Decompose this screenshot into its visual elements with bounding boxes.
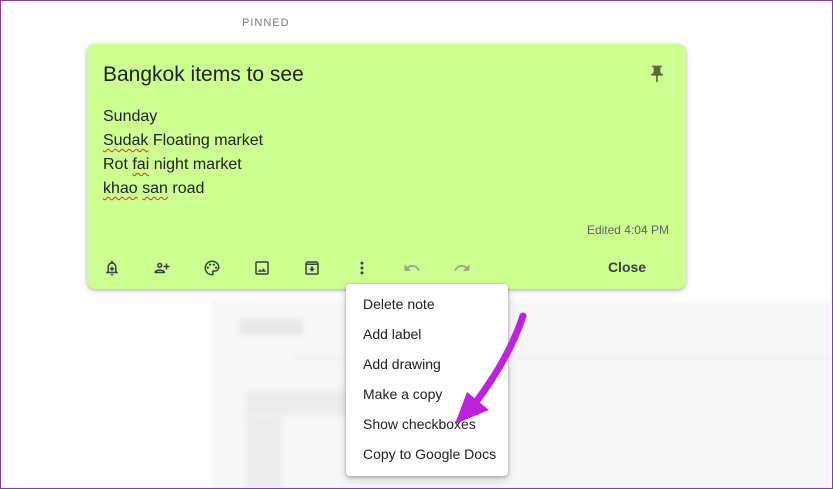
misspelled-word: khao — [103, 180, 138, 197]
menu-item-show-checkboxes[interactable]: Show checkboxes — [346, 409, 508, 439]
background-note-blurred — [246, 415, 282, 488]
misspelled-word: fai — [132, 156, 150, 173]
more-vert-icon[interactable] — [350, 256, 374, 280]
menu-item-make-a-copy[interactable]: Make a copy — [346, 379, 508, 409]
note-text: Sunday — [103, 108, 158, 125]
collaborator-icon[interactable] — [150, 256, 174, 280]
note-text: Floating market — [148, 132, 264, 149]
note-title[interactable]: Bangkok items to see — [103, 63, 304, 87]
archive-icon[interactable] — [300, 256, 324, 280]
pinned-section-label: PINNED — [242, 17, 290, 29]
note-line: Sunday — [103, 105, 263, 129]
menu-item-delete-note[interactable]: Delete note — [346, 289, 508, 319]
note-text: Rot — [103, 156, 133, 173]
edited-timestamp: Edited 4:04 PM — [586, 223, 669, 237]
menu-item-copy-to-google-docs[interactable]: Copy to Google Docs — [346, 439, 508, 469]
menu-item-add-drawing[interactable]: Add drawing — [346, 349, 508, 379]
misspelled-word: Sudak — [103, 132, 149, 149]
close-button[interactable]: Close — [597, 255, 657, 279]
note-body[interactable]: Sunday Sudak Floating market Rot fai nig… — [103, 105, 263, 201]
note-text: road — [167, 180, 205, 197]
remind-me-icon[interactable] — [100, 256, 124, 280]
more-options-menu: Delete note Add label Add drawing Make a… — [346, 284, 508, 476]
palette-icon[interactable] — [200, 256, 224, 280]
note-text: night market — [149, 156, 242, 173]
misspelled-word: san — [142, 180, 168, 197]
undo-icon[interactable] — [400, 256, 424, 280]
note-line: khao san road — [103, 177, 263, 201]
pin-icon[interactable] — [647, 62, 667, 86]
screenshot-frame: PINNED Bangkok items to see Sunday Sudak… — [0, 0, 833, 489]
note-card-open[interactable]: Bangkok items to see Sunday Sudak Floati… — [87, 44, 686, 289]
redo-icon[interactable] — [450, 256, 474, 280]
note-line: Sudak Floating market — [103, 129, 263, 153]
add-image-icon[interactable] — [250, 256, 274, 280]
menu-item-add-label[interactable]: Add label — [346, 319, 508, 349]
note-line: Rot fai night market — [103, 153, 263, 177]
background-note-blurred — [239, 319, 303, 335]
